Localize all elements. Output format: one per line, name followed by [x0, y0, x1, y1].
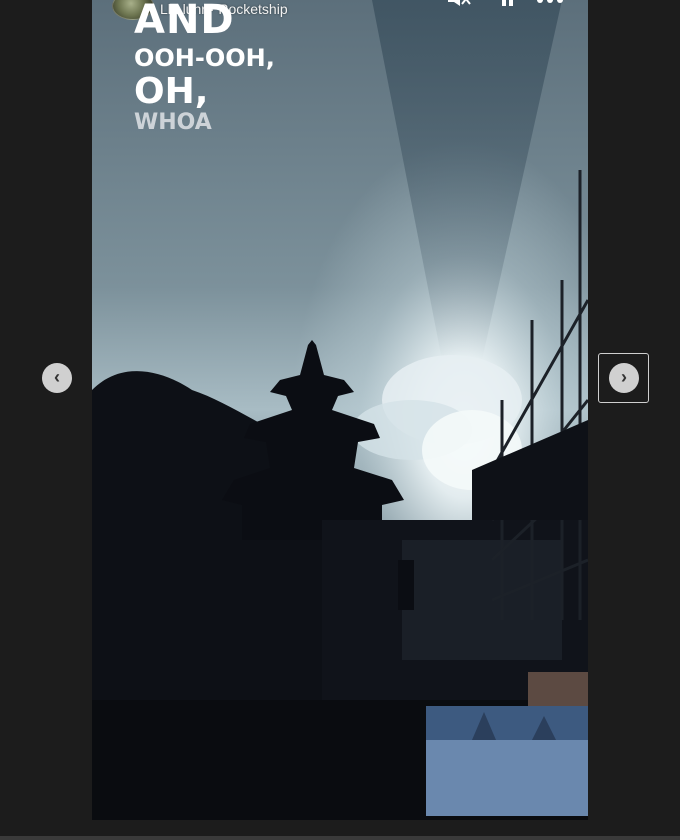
chevron-left-icon: ‹: [54, 367, 60, 387]
lyric-line: OOH-OOH,: [134, 44, 275, 72]
lyric-line: WHOA: [134, 110, 212, 135]
mute-button[interactable]: [446, 0, 472, 10]
next-story-focus-frame[interactable]: ›: [598, 353, 649, 403]
chevron-right-icon: ›: [621, 367, 627, 387]
pause-icon: [502, 0, 513, 6]
bottom-divider: [0, 836, 680, 840]
pause-button[interactable]: [494, 0, 520, 10]
story-viewer: Ll Llunr · Rocketship AND OOH-OOH, OH, W…: [0, 0, 680, 840]
lyric-line: OH,: [134, 71, 209, 112]
more-icon: [537, 0, 563, 3]
story-media[interactable]: Ll Llunr · Rocketship AND OOH-OOH, OH, W…: [92, 0, 588, 820]
more-options-button[interactable]: [534, 0, 568, 10]
lyric-line: AND: [134, 0, 235, 43]
previous-story-button[interactable]: ‹: [42, 363, 72, 393]
speaker-muted-icon: [448, 0, 471, 6]
next-story-button[interactable]: ›: [609, 363, 639, 393]
